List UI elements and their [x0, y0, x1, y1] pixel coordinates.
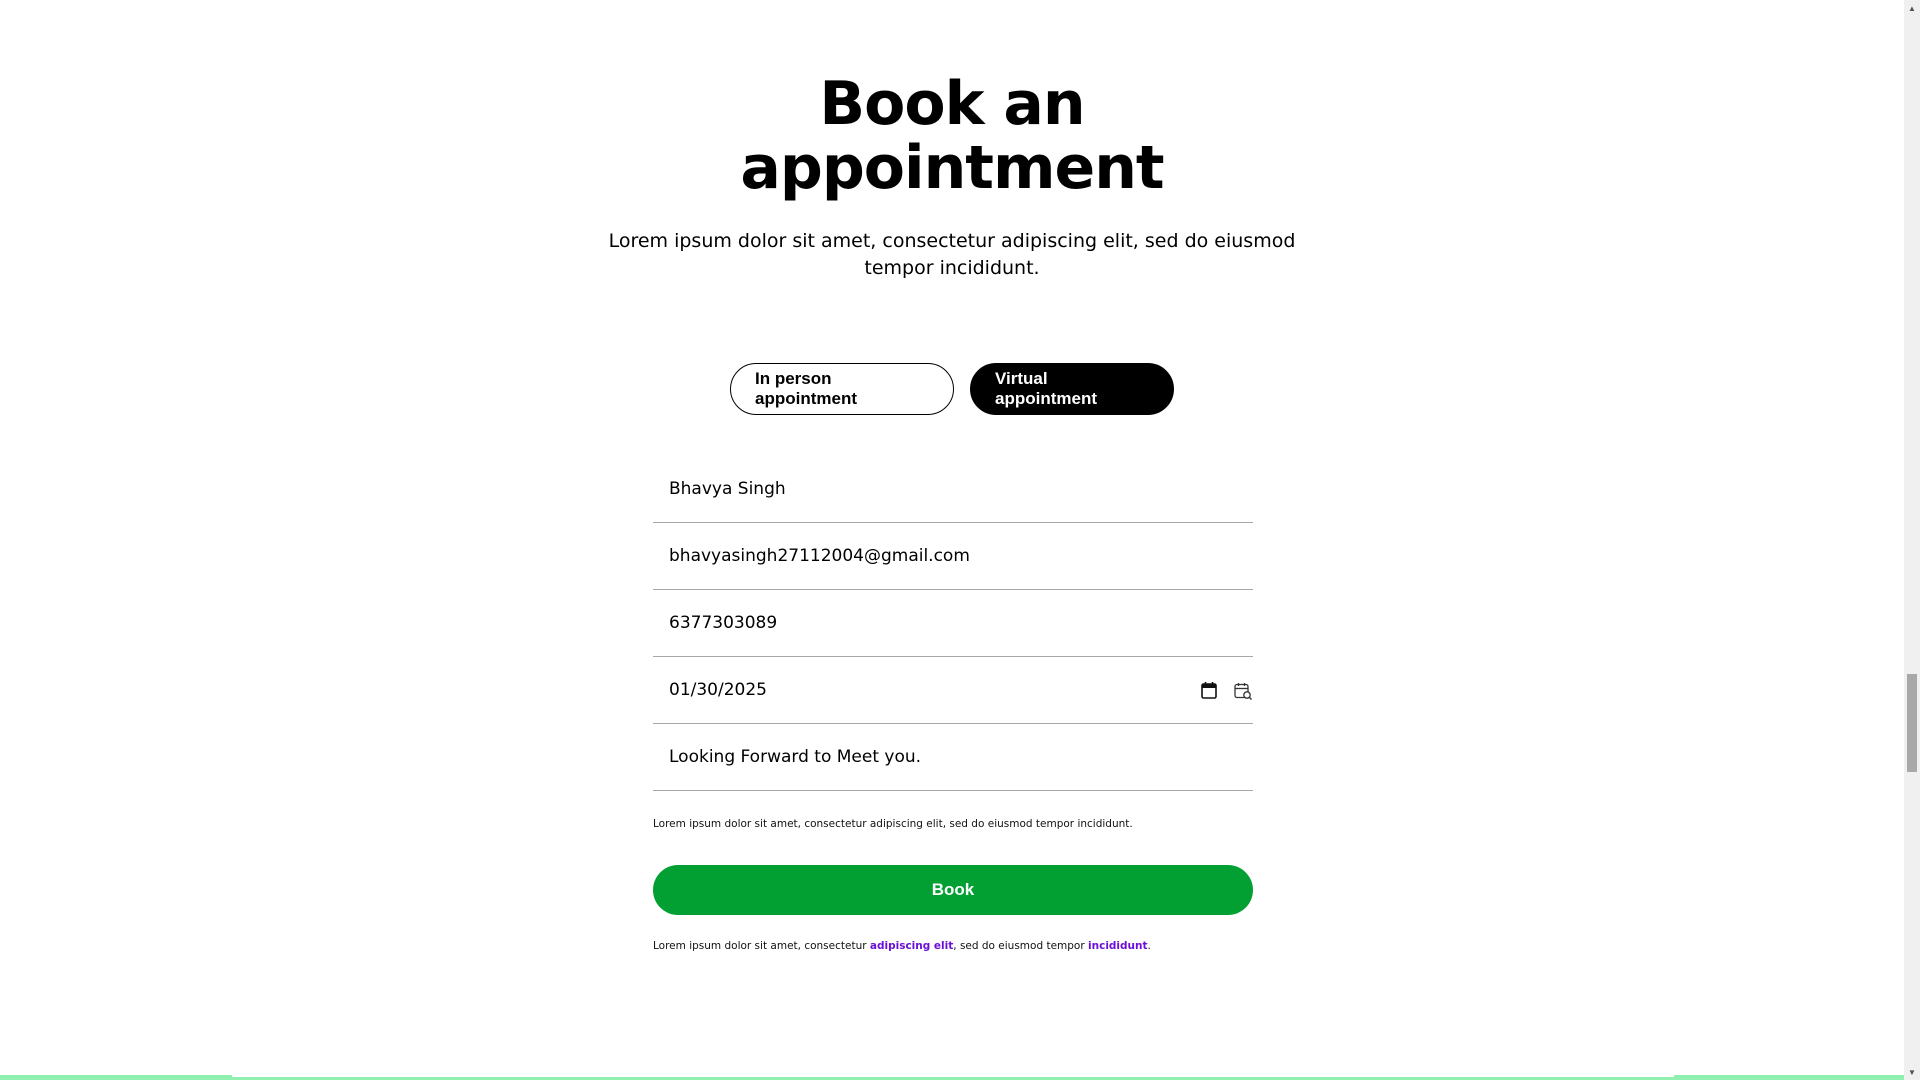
scrollbar-thumb[interactable]: [1907, 674, 1917, 772]
next-section-card-edge: [232, 1075, 1674, 1077]
page-title-line2: appointment: [740, 133, 1164, 203]
email-field[interactable]: [653, 523, 1253, 589]
page-title-line1: Book an: [819, 69, 1085, 139]
footnote-middle: , sed do eiusmod tempor: [953, 940, 1089, 952]
date-field[interactable]: [653, 657, 1253, 723]
footnote-link-incididunt[interactable]: incididunt: [1088, 940, 1148, 952]
calendar-icon[interactable]: [1201, 681, 1217, 699]
form-note: Lorem ipsum dolor sit amet, consectetur …: [653, 818, 1133, 830]
vertical-scrollbar[interactable]: ▲ ▼: [1904, 0, 1920, 1080]
footnote-link-adipiscing[interactable]: adipiscing elit: [870, 940, 953, 952]
name-field-row: [653, 456, 1253, 523]
footnote-prefix: Lorem ipsum dolor sit amet, consectetur: [653, 940, 870, 952]
scroll-down-arrow-icon[interactable]: ▼: [1904, 1064, 1920, 1080]
in-person-appointment-button[interactable]: In person appointment: [730, 363, 954, 415]
page: Book an appointment Lorem ipsum dolor si…: [0, 0, 1920, 1080]
appointment-type-toggle: In person appointment Virtual appointmen…: [0, 363, 1904, 415]
email-field-row: [653, 523, 1253, 590]
message-field[interactable]: [653, 724, 1253, 790]
page-subtitle: Lorem ipsum dolor sit amet, consectetur …: [608, 230, 1296, 279]
date-field-row: [653, 657, 1253, 724]
footnote-suffix: .: [1147, 940, 1151, 952]
scroll-up-arrow-icon[interactable]: ▲: [1904, 0, 1920, 16]
calendar-search-icon[interactable]: [1233, 681, 1253, 701]
next-section-edge: [0, 1075, 1904, 1080]
message-field-row: [653, 724, 1253, 791]
footnote: Lorem ipsum dolor sit amet, consectetur …: [653, 940, 1353, 952]
booking-section: Book an appointment Lorem ipsum dolor si…: [0, 0, 1904, 1080]
page-title: Book an appointment: [0, 72, 1904, 200]
name-field[interactable]: [653, 456, 1253, 522]
phone-field-row: [653, 590, 1253, 657]
booking-form: [653, 456, 1253, 791]
virtual-appointment-button[interactable]: Virtual appointment: [970, 363, 1174, 415]
book-button[interactable]: Book: [653, 865, 1253, 915]
phone-field[interactable]: [653, 590, 1253, 656]
